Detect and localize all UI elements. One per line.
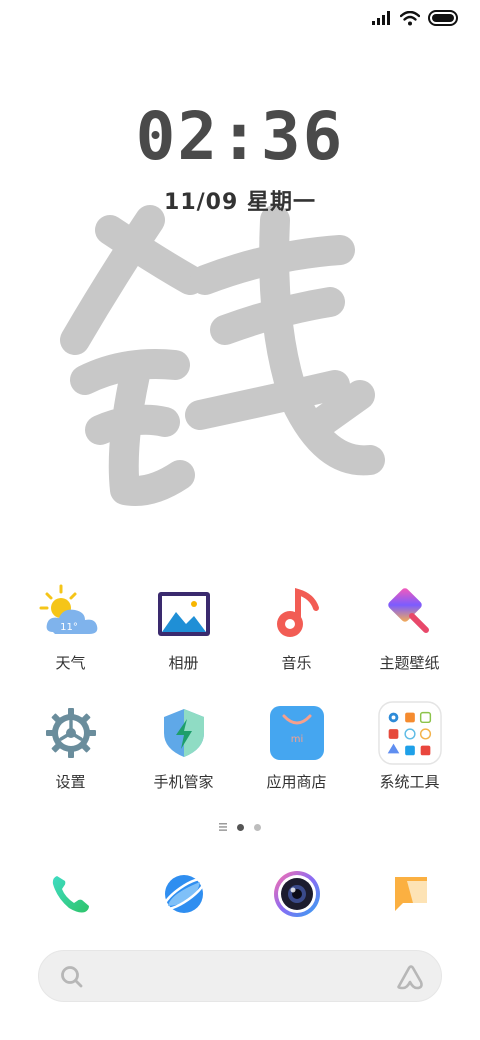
app-label: 手机管家 bbox=[153, 773, 214, 791]
app-label: 应用商店 bbox=[266, 773, 327, 791]
app-store[interactable]: mi 应用商店 bbox=[240, 701, 353, 792]
lockscreen-clock: 02:36 bbox=[135, 98, 345, 175]
app-label: 主题壁纸 bbox=[379, 654, 440, 672]
messages-icon[interactable] bbox=[378, 862, 442, 926]
settings-icon[interactable] bbox=[39, 701, 103, 765]
music-icon[interactable] bbox=[265, 582, 329, 646]
page-list-icon bbox=[219, 823, 227, 831]
app-store-icon[interactable]: mi bbox=[265, 701, 329, 765]
wallpaper-character-glyph bbox=[60, 205, 385, 506]
browser-icon[interactable] bbox=[152, 862, 216, 926]
security-icon[interactable] bbox=[152, 701, 216, 765]
weather-temp: 11° bbox=[60, 622, 78, 633]
app-label: 相册 bbox=[168, 654, 199, 672]
app-music[interactable]: 音乐 bbox=[240, 582, 353, 673]
app-gallery[interactable]: 相册 bbox=[127, 582, 240, 673]
page-dot-active[interactable] bbox=[237, 823, 244, 831]
wifi-icon bbox=[400, 10, 420, 25]
gallery-icon[interactable] bbox=[152, 582, 216, 646]
themes-icon[interactable] bbox=[378, 582, 442, 646]
lockscreen-date: 11/09 星期一 bbox=[164, 190, 316, 215]
search-icon[interactable] bbox=[59, 964, 85, 990]
app-themes[interactable]: 主题壁纸 bbox=[353, 582, 466, 673]
search-bar[interactable] bbox=[38, 950, 442, 1002]
dock bbox=[14, 862, 466, 926]
app-security[interactable]: 手机管家 bbox=[127, 701, 240, 792]
app-label: 设置 bbox=[55, 773, 86, 791]
app-label: 系统工具 bbox=[379, 773, 440, 791]
weather-icon[interactable]: 11° bbox=[39, 582, 103, 646]
folder-system-tools[interactable]: 系统工具 bbox=[353, 701, 466, 792]
page-dot[interactable] bbox=[254, 823, 261, 831]
status-bar bbox=[372, 10, 460, 26]
signal-bars-icon bbox=[372, 11, 390, 25]
phone-icon[interactable] bbox=[39, 862, 103, 926]
app-label: 天气 bbox=[55, 654, 86, 672]
camera-icon[interactable] bbox=[265, 862, 329, 926]
app-label: 音乐 bbox=[281, 654, 312, 672]
page-indicator[interactable] bbox=[0, 823, 480, 831]
app-weather[interactable]: 11° 天气 bbox=[14, 582, 127, 673]
app-settings[interactable]: 设置 bbox=[14, 701, 127, 792]
system-tools-folder-icon[interactable] bbox=[377, 701, 442, 765]
battery-icon bbox=[428, 10, 458, 26]
assistant-icon[interactable] bbox=[395, 962, 425, 992]
app-grid: 11° 天气 相册 音乐 主题壁纸 设置 手机管家 mi 应用商店 系统工具 bbox=[14, 582, 466, 792]
app-store-badge: mi bbox=[290, 734, 303, 745]
